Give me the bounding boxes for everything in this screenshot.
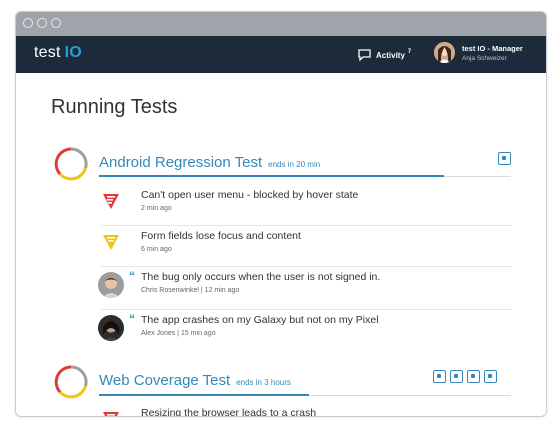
- activity-label: Activity: [376, 50, 405, 60]
- item-meta: 6 min ago: [141, 246, 172, 253]
- page-title: Running Tests: [51, 96, 178, 118]
- window-titlebar: [16, 12, 546, 36]
- device-icons: [433, 370, 497, 383]
- app-logo[interactable]: test IO: [34, 44, 82, 62]
- test-progress-ring: [54, 365, 88, 399]
- medium-bug-icon: [103, 235, 119, 250]
- window-minimize-dot[interactable]: [37, 18, 47, 28]
- logo-text: test: [34, 44, 61, 61]
- item-text: Form fields lose focus and content: [141, 230, 301, 242]
- window-close-dot[interactable]: [23, 18, 33, 28]
- main-content: Running Tests Android Regression Test end…: [16, 73, 546, 416]
- list-item[interactable]: Form fields lose focus and content 6 min…: [101, 226, 511, 267]
- list-item[interactable]: Can't open user menu - blocked by hover …: [101, 185, 511, 226]
- apple-icon[interactable]: [450, 370, 463, 383]
- test-name: Web Coverage Test: [99, 372, 231, 389]
- test-ends: ends in 3 hours: [236, 378, 291, 387]
- item-meta: Alex Jones | 15 min ago: [141, 330, 216, 337]
- item-meta: Chris Rosenwinkel | 12 min ago: [141, 287, 240, 294]
- test-progress-bar: [99, 175, 444, 177]
- user-name: Anja Schweizer: [462, 55, 507, 62]
- test-title[interactable]: Web Coverage Test ends in 3 hours: [99, 372, 291, 389]
- desktop-icon[interactable]: [467, 370, 480, 383]
- item-text: Resizing the browser leads to a crash: [141, 407, 317, 417]
- quote-icon: “: [129, 269, 135, 283]
- list-item[interactable]: Resizing the browser leads to a crash: [101, 403, 511, 417]
- device-icons: [498, 152, 511, 165]
- android-icon[interactable]: [498, 152, 511, 165]
- quote-icon: “: [129, 312, 135, 326]
- android-icon[interactable]: [433, 370, 446, 383]
- avatar: [98, 315, 124, 341]
- chat-icon: [358, 49, 371, 61]
- item-meta: 2 min ago: [141, 205, 172, 212]
- test-progress-bar: [99, 394, 309, 396]
- logo-io: IO: [64, 44, 82, 61]
- browser-window: test IO Activity 7 test IO - Manager Anja …: [15, 11, 547, 417]
- item-text: Can't open user menu - blocked by hover …: [141, 189, 359, 201]
- test-name: Android Regression Test: [99, 154, 263, 171]
- test-ends: ends in 20 min: [268, 160, 321, 169]
- user-avatar[interactable]: [434, 42, 455, 63]
- windows-icon[interactable]: [484, 370, 497, 383]
- critical-bug-icon: [103, 412, 119, 416]
- item-text: The bug only occurs when the user is not…: [141, 271, 381, 283]
- activity-button[interactable]: Activity 7: [358, 46, 411, 64]
- user-role[interactable]: test IO - Manager: [462, 44, 523, 53]
- activity-count: 7: [407, 49, 412, 55]
- test-title[interactable]: Android Regression Test ends in 20 min: [99, 154, 320, 171]
- test-progress-ring: [54, 147, 88, 181]
- avatar: [98, 272, 124, 298]
- critical-bug-icon: [103, 194, 119, 209]
- list-item[interactable]: “ The bug only occurs when the user is n…: [98, 267, 511, 310]
- window-maximize-dot[interactable]: [51, 18, 61, 28]
- list-item[interactable]: “ The app crashes on my Galaxy but not o…: [98, 310, 511, 352]
- item-text: The app crashes on my Galaxy but not on …: [141, 314, 379, 326]
- app-header: test IO Activity 7 test IO - Manager Anja …: [16, 36, 546, 73]
